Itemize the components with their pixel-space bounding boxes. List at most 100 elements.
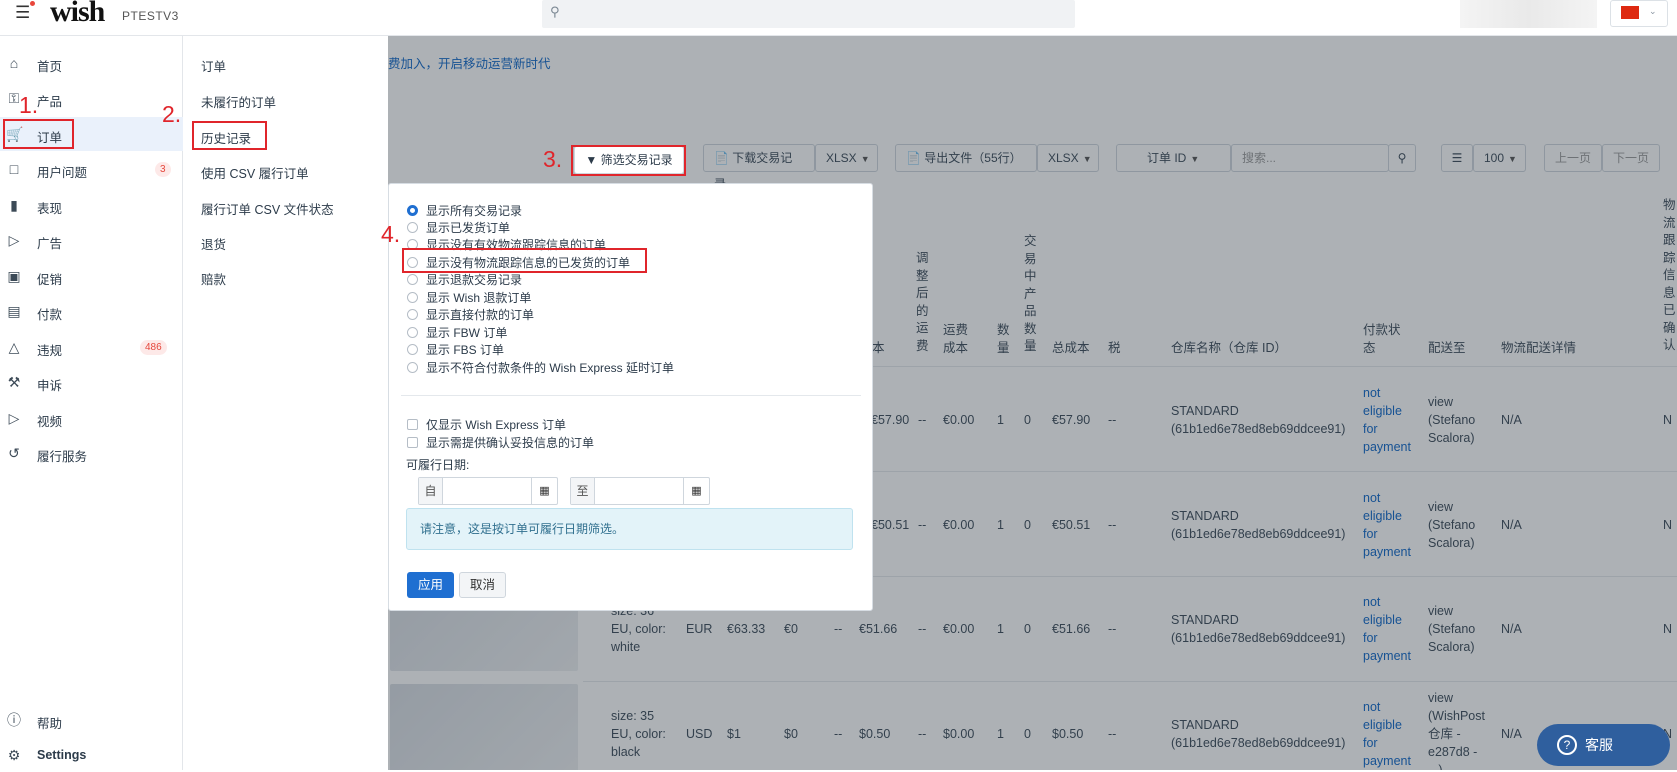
apply-button[interactable]: 应用 xyxy=(407,572,454,598)
filter-option-refunds[interactable]: 显示退款交易记录 xyxy=(407,271,522,288)
sidebar-item-ads[interactable]: ▷ 广告 xyxy=(0,223,183,257)
sidebar-item-label: 首页 xyxy=(37,60,63,74)
annotation-box-history xyxy=(192,121,267,150)
sidebar-item-label: 帮助 xyxy=(37,717,63,731)
calendar-icon[interactable]: ▦ xyxy=(683,478,709,504)
sidebar-item-label: 表现 xyxy=(37,202,63,216)
chevron-down-icon: ⌄ xyxy=(1649,6,1657,16)
question-icon: ? xyxy=(1557,735,1577,755)
sidebar-item-label: 产品 xyxy=(37,95,63,109)
radio-icon xyxy=(407,309,418,320)
annotation-label-1: 1. xyxy=(19,92,39,118)
option-label: 显示所有交易记录 xyxy=(426,204,523,218)
option-label: 显示退款交易记录 xyxy=(426,273,523,287)
annotation-label-3: 3. xyxy=(543,146,563,172)
sidebar-item-user-issues[interactable]: □ 用户问题 3 xyxy=(0,152,183,186)
help-icon: ⓘ xyxy=(7,712,21,728)
card-icon: ▤ xyxy=(7,303,21,319)
submenu-returns[interactable]: 退货 xyxy=(201,234,226,253)
option-label: 仅显示 Wish Express 订单 xyxy=(426,418,567,432)
help-label: 客服 xyxy=(1585,737,1613,753)
ticket-icon: ▣ xyxy=(7,268,21,284)
filter-option-we-delayed[interactable]: 显示不符合付款条件的 Wish Express 延时订单 xyxy=(407,359,674,376)
count-badge: 3 xyxy=(155,162,171,177)
checkbox-icon xyxy=(407,437,418,448)
gear-icon: ⚙ xyxy=(7,747,21,763)
submenu-csv-status[interactable]: 履行订单 CSV 文件状态 xyxy=(201,199,334,218)
chat-icon: □ xyxy=(9,161,19,177)
customer-service-button[interactable]: ? 客服 xyxy=(1537,724,1670,766)
annotation-label-4: 4. xyxy=(381,221,401,247)
date-label: 可履行日期: xyxy=(406,458,470,472)
sidebar-item-videos[interactable]: ▷ 视频 xyxy=(0,401,183,435)
filter-option-fbs[interactable]: 显示 FBS 订单 xyxy=(407,341,504,358)
option-label: 显示需提供确认妥投信息的订单 xyxy=(426,436,595,450)
filter-option-wish-refunds[interactable]: 显示 Wish 退款订单 xyxy=(407,289,531,306)
filter-check-delivery-confirm[interactable]: 显示需提供确认妥投信息的订单 xyxy=(407,434,594,451)
china-flag-icon xyxy=(1621,6,1639,19)
menu-icon[interactable]: ☰ xyxy=(15,3,30,23)
sidebar-item-home[interactable]: ⌂ 首页 xyxy=(0,46,183,80)
sidebar-item-label: 付款 xyxy=(37,308,63,322)
submenu-unfulfilled-orders[interactable]: 未履行的订单 xyxy=(201,92,276,111)
sidebar-item-label: Settings xyxy=(37,748,87,762)
sidebar-item-settings[interactable]: ⚙ Settings xyxy=(0,738,183,772)
warning-icon: △ xyxy=(8,339,20,355)
gavel-icon: ⚒ xyxy=(7,374,21,390)
annotation-box-orders xyxy=(3,119,74,149)
filter-option-direct-payment[interactable]: 显示直接付款的订单 xyxy=(407,306,534,323)
notification-dot xyxy=(30,1,35,6)
radio-checked-icon xyxy=(407,205,418,216)
radio-icon xyxy=(407,327,418,338)
option-label: 显示 FBS 订单 xyxy=(426,343,505,357)
date-from-field[interactable]: 自 ▦ xyxy=(418,477,558,505)
submenu-refunds[interactable]: 赔款 xyxy=(201,269,226,288)
sidebar-item-label: 履行服务 xyxy=(37,450,88,464)
sidebar-item-fulfillment[interactable]: ↺ 履行服务 xyxy=(0,436,183,470)
bar-chart-icon: ▮ xyxy=(10,197,18,213)
sidebar-item-payments[interactable]: ▤ 付款 xyxy=(0,294,183,328)
calendar-icon[interactable]: ▦ xyxy=(531,478,557,504)
sidebar-item-label: 视频 xyxy=(37,415,63,429)
store-name: PTESTV3 xyxy=(122,9,179,23)
account-avatar[interactable] xyxy=(1460,0,1597,28)
sidebar-item-help[interactable]: ⓘ 帮助 xyxy=(0,703,183,737)
filter-option-shipped[interactable]: 显示已发货订单 xyxy=(407,219,510,236)
sidebar-item-label: 用户问题 xyxy=(37,166,88,180)
sidebar-item-promotions[interactable]: ▣ 促销 xyxy=(0,259,183,293)
checkbox-icon xyxy=(407,419,418,430)
option-label: 显示不符合付款条件的 Wish Express 延时订单 xyxy=(426,361,675,375)
global-search-input[interactable]: ⚲ xyxy=(542,0,1075,28)
submenu-csv-fulfill[interactable]: 使用 CSV 履行订单 xyxy=(201,163,309,182)
annotation-box-option xyxy=(402,248,647,273)
filter-note: 请注意，这是按订单可履行日期筛选。 xyxy=(406,508,853,550)
annotation-label-2: 2. xyxy=(162,101,182,127)
megaphone-icon: ▷ xyxy=(8,232,20,248)
sidebar-item-violations[interactable]: △ 违规 486 xyxy=(0,330,183,364)
video-icon: ▷ xyxy=(8,410,20,426)
submenu-orders[interactable]: 订单 xyxy=(201,56,226,75)
sidebar-item-appeals[interactable]: ⚒ 申诉 xyxy=(0,365,183,399)
language-selector[interactable]: ⌄ xyxy=(1610,0,1668,27)
radio-icon xyxy=(407,274,418,285)
option-label: 显示 Wish 退款订单 xyxy=(426,291,532,305)
from-label: 自 xyxy=(419,478,443,504)
count-badge: 486 xyxy=(140,340,167,355)
date-to-field[interactable]: 至 ▦ xyxy=(570,477,710,505)
radio-icon xyxy=(407,344,418,355)
wish-logo[interactable]: wish xyxy=(50,0,105,29)
fulfillment-icon: ↺ xyxy=(8,445,20,461)
divider xyxy=(401,395,861,396)
option-label: 显示 FBW 订单 xyxy=(426,326,508,340)
filter-check-wish-express[interactable]: 仅显示 Wish Express 订单 xyxy=(407,416,566,433)
annotation-box-filter xyxy=(571,145,686,176)
filter-option-fbw[interactable]: 显示 FBW 订单 xyxy=(407,324,507,341)
filter-option-all[interactable]: 显示所有交易记录 xyxy=(407,202,522,219)
search-icon: ⚲ xyxy=(550,4,560,19)
sidebar-item-label: 促销 xyxy=(37,273,63,287)
option-label: 显示已发货订单 xyxy=(426,221,511,235)
sidebar-item-label: 违规 xyxy=(37,344,63,358)
cancel-button[interactable]: 取消 xyxy=(459,572,506,598)
sidebar-item-performance[interactable]: ▮ 表现 xyxy=(0,188,183,222)
option-label: 显示直接付款的订单 xyxy=(426,308,535,322)
